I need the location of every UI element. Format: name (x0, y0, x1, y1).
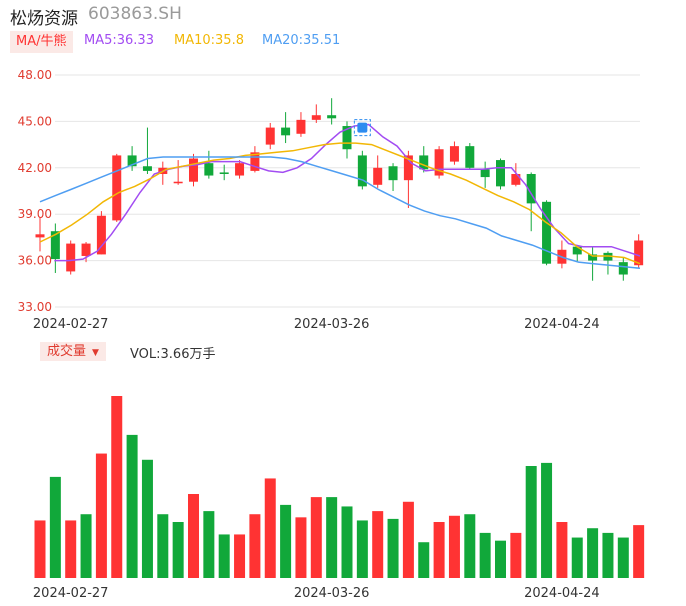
volume-bar (356, 520, 368, 578)
price-axis-labels: 48.00 45.00 42.00 39.00 36.00 33.00 (18, 68, 52, 314)
volume-bar (95, 453, 107, 578)
price-grid (55, 74, 640, 308)
y-tick-label: 39.00 (18, 207, 52, 221)
volume-bar (157, 514, 169, 578)
volume-bar (65, 520, 77, 578)
candle-body (281, 127, 291, 136)
volume-bar (310, 497, 322, 578)
candle-body (265, 127, 275, 145)
volume-bar (617, 537, 629, 578)
volume-bar (264, 478, 276, 578)
volume-bar (280, 504, 292, 578)
y-tick-label: 36.00 (18, 254, 52, 268)
volume-bar (341, 506, 353, 578)
volume-bar (295, 517, 307, 578)
candle-body (81, 243, 91, 256)
volume-bars (34, 396, 645, 578)
candle-body (496, 160, 505, 187)
volume-bar (172, 522, 184, 578)
volume-bar (464, 514, 476, 578)
volume-date-axis: 2024-02-27 2024-03-26 2024-04-24 (33, 586, 600, 601)
candle-body (511, 173, 521, 185)
volume-bar (541, 462, 553, 578)
y-tick-label: 42.00 (18, 161, 52, 175)
candle-body (419, 155, 429, 170)
x-tick-label: 2024-04-24 (524, 317, 600, 332)
volume-bar (510, 532, 522, 578)
crosshair-marker-icon (353, 119, 371, 137)
volume-bar (402, 501, 414, 578)
candle-body (572, 246, 582, 255)
volume-bar (326, 497, 338, 578)
volume-bar (141, 459, 153, 578)
candle-body (373, 167, 383, 185)
volume-bar (633, 525, 645, 578)
candle-body (204, 163, 214, 176)
y-tick-label: 48.00 (18, 68, 52, 82)
volume-bar (602, 532, 614, 578)
volume-bar (203, 511, 215, 578)
volume-bar (448, 515, 460, 578)
volume-bar (372, 511, 384, 578)
volume-bar (571, 537, 583, 578)
volume-bar (188, 494, 199, 578)
candle-body (449, 146, 459, 162)
candle-body (173, 181, 183, 184)
volume-bar (495, 540, 506, 578)
candle-body (219, 172, 229, 174)
stock-chart[interactable]: 48.00 45.00 42.00 39.00 36.00 33.00 2024-02-2… (0, 0, 686, 606)
candle-body (235, 163, 245, 176)
candle-body (480, 169, 490, 178)
price-date-axis: 2024-02-27 2024-03-26 2024-04-24 (33, 317, 600, 332)
marker-square (357, 122, 368, 133)
candle-body (35, 234, 45, 238)
candle-body (96, 215, 106, 255)
volume-bar (234, 534, 246, 578)
candle-body (465, 146, 475, 168)
candle-body (66, 243, 76, 272)
candle-body (142, 166, 152, 171)
volume-bar (49, 476, 61, 578)
candle-body (112, 155, 122, 221)
volume-bar (80, 514, 92, 578)
volume-bar (556, 522, 568, 578)
volume-bar (587, 528, 599, 578)
x-tick-label: 2024-03-26 (294, 317, 370, 332)
candle-body (189, 158, 198, 182)
volume-bar (418, 542, 430, 578)
volume-bar (34, 520, 46, 578)
volume-bar (126, 434, 138, 578)
candle-body (296, 119, 306, 134)
volume-bar (479, 532, 491, 578)
volume-bar (433, 522, 445, 578)
volume-bar (249, 514, 261, 578)
candle-body (542, 201, 552, 264)
x-tick-label: 2024-02-27 (33, 317, 109, 332)
volume-bar (218, 534, 230, 578)
candle-body (388, 166, 398, 181)
candle-body (327, 115, 337, 119)
x-tick-label: 2024-02-27 (33, 586, 109, 601)
y-tick-label: 33.00 (18, 300, 52, 314)
x-tick-label: 2024-04-24 (524, 586, 600, 601)
volume-bar (525, 466, 537, 578)
x-tick-label: 2024-03-26 (294, 586, 370, 601)
volume-bar (387, 518, 399, 578)
candle-body (311, 115, 321, 120)
y-tick-label: 45.00 (18, 114, 52, 128)
volume-bar (111, 396, 123, 578)
candle-body (618, 262, 628, 275)
